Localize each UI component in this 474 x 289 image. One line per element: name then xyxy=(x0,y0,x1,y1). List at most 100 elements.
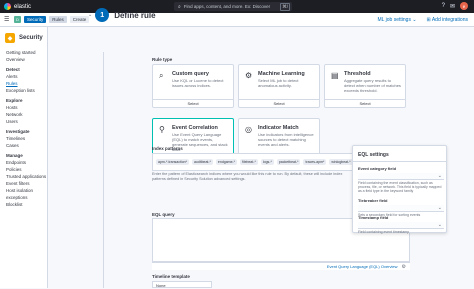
eql-icon: ⚲ xyxy=(159,125,165,134)
menu-toggle-icon[interactable]: ☰ xyxy=(4,16,12,23)
sidebar-item-hosts[interactable]: Hosts xyxy=(6,104,47,111)
chevron-down-icon: ⌄ xyxy=(437,205,442,211)
sidebar-group-detect: Detect Alerts Rules Exception lists xyxy=(6,67,47,94)
sidebar-item-event-filters[interactable]: Event filters xyxy=(6,180,47,187)
sidebar-item-timelines[interactable]: Timelines xyxy=(6,135,47,142)
field-help: Field containing the event classificatio… xyxy=(358,181,442,193)
sidebar-item-blocklist[interactable]: Blocklist xyxy=(6,201,47,208)
rule-card-machine-learning[interactable]: ⚙ Machine Learning Select ML job to dete… xyxy=(238,64,320,108)
sidebar-group: Getting started Overview xyxy=(6,49,47,63)
sidebar-item-overview[interactable]: Overview xyxy=(6,56,47,63)
ml-job-settings-link[interactable]: ML job settings ⌄ xyxy=(378,17,417,23)
sidebar-group-title: Explore xyxy=(6,98,23,103)
field-label: Timestamp field xyxy=(358,215,389,220)
card-select-button[interactable]: Select xyxy=(239,99,319,107)
sidebar-item-getting-started[interactable]: Getting started xyxy=(6,49,47,56)
sidebar-group-title: Manage xyxy=(6,153,23,158)
sidebar-item-rules[interactable]: Rules xyxy=(6,80,47,87)
card-select-button[interactable]: Select xyxy=(153,99,233,107)
step-number: 1 xyxy=(95,8,110,22)
help-icon[interactable]: ? xyxy=(442,3,445,9)
eql-overview-link[interactable]: Event Query Language (EQL) Overview xyxy=(327,264,398,269)
index-pattern-pill[interactable]: traces-apm* xyxy=(303,159,327,165)
sidebar-title: ◆ Security xyxy=(5,33,47,43)
sidebar-item-host-isolation-exceptions[interactable]: Host isolation exceptions xyxy=(6,187,47,201)
sidebar-group-explore: Explore Hosts Network Users xyxy=(6,98,47,125)
global-search-input[interactable]: ⌕ Find apps, content, and more. Ex: Disc… xyxy=(174,2,292,11)
security-sidebar: ◆ Security Getting started Overview Dete… xyxy=(0,27,48,288)
step-title: Define rule xyxy=(114,10,156,20)
security-app-icon: ◆ xyxy=(5,33,15,43)
index-pattern-pill[interactable]: apm-*-transaction* xyxy=(156,159,189,165)
field-label: Event category field xyxy=(358,166,397,171)
gear-icon[interactable]: ⚙ xyxy=(402,264,406,270)
chevron-down-icon[interactable]: ⌄ xyxy=(88,12,92,18)
sidebar-item-exception-lists[interactable]: Exception lists xyxy=(6,87,47,94)
index-pattern-pill[interactable]: packetbeat-* xyxy=(276,159,301,165)
timestamp-select[interactable]: ⌄ xyxy=(358,222,444,229)
search-placeholder: Find apps, content, and more. Ex: Discov… xyxy=(183,4,271,9)
card-select-button[interactable]: Select xyxy=(325,99,405,107)
index-pattern-pill[interactable]: filebeat-* xyxy=(240,159,258,165)
card-description: Use indicators from intelligence sources… xyxy=(258,132,314,147)
sidebar-item-network[interactable]: Network xyxy=(6,111,47,118)
card-title: Event Correlation xyxy=(172,125,218,131)
search-icon: ⌕ xyxy=(178,3,181,10)
rule-type-label: Rule type xyxy=(152,57,173,62)
elastic-logo[interactable]: elastic xyxy=(4,3,31,10)
event-category-select[interactable]: ⌄ xyxy=(358,173,444,180)
search-shortcut: ⌘/ xyxy=(280,2,290,11)
sidebar-item-trusted-applications[interactable]: Trusted applications xyxy=(6,173,47,180)
eql-query-footer: Event Query Language (EQL) Overview ⚙ xyxy=(152,262,410,270)
sidebar-group-title: Investigate xyxy=(6,129,30,134)
chevron-down-icon: ⌄ xyxy=(437,222,442,228)
user-avatar[interactable]: e xyxy=(460,2,468,10)
index-patterns-label: Index patterns xyxy=(152,146,183,151)
chevron-down-icon: ⌄ xyxy=(437,173,442,179)
divider xyxy=(353,161,446,162)
sidebar-group-investigate: Investigate Timelines Cases xyxy=(6,129,47,149)
timestamp-field: Timestamp field ⌄ Field containing event… xyxy=(358,215,444,234)
sidebar-item-users[interactable]: Users xyxy=(6,118,47,125)
sidebar-group-title: Detect xyxy=(6,67,20,72)
index-pattern-pill[interactable]: endgame-* xyxy=(215,159,238,165)
index-pattern-pill[interactable]: winlogbeat-* xyxy=(329,159,353,165)
eql-settings-title: EQL settings xyxy=(358,152,389,158)
breadcrumb-create: Create xyxy=(69,16,90,23)
field-label: Tiebreaker field xyxy=(358,198,388,203)
rule-card-custom-query[interactable]: ⌕ Custom query Use KQL or Lucene to dete… xyxy=(152,64,234,108)
add-integrations-link[interactable]: ⊞ Add integrations xyxy=(427,17,468,23)
sidebar-group-manage: Manage Endpoints Policies Trusted applic… xyxy=(6,153,47,208)
card-title: Machine Learning xyxy=(258,71,305,77)
eql-settings-popover: EQL settings Event category field ⌄ Fiel… xyxy=(352,145,447,234)
index-patterns-help: Enter the pattern of Elasticsearch indic… xyxy=(152,172,343,181)
step-line xyxy=(103,52,104,288)
index-pattern-pill[interactable]: logs-* xyxy=(260,159,274,165)
breadcrumb-security[interactable]: Security xyxy=(24,16,47,23)
sidebar-item-alerts[interactable]: Alerts xyxy=(6,73,47,80)
indicator-icon: ◎ xyxy=(245,125,252,134)
space-selector[interactable]: D xyxy=(14,16,21,23)
index-pattern-pill[interactable]: auditbeat-* xyxy=(191,159,213,165)
breadcrumb-rules[interactable]: Rules xyxy=(49,16,67,23)
news-feed-icon[interactable]: ✉ xyxy=(450,3,455,10)
elastic-logo-icon xyxy=(4,3,11,10)
card-description: Aggregate query results to detect when n… xyxy=(344,78,401,93)
threshold-icon: ▤ xyxy=(331,71,339,80)
rule-card-threshold[interactable]: ▤ Threshold Aggregate query results to d… xyxy=(324,64,406,108)
card-title: Threshold xyxy=(344,71,371,77)
sidebar-item-policies[interactable]: Policies xyxy=(6,166,47,173)
sidebar-item-endpoints[interactable]: Endpoints xyxy=(6,159,47,166)
logo-text: elastic xyxy=(14,3,32,10)
eql-query-label: EQL query xyxy=(152,212,175,217)
card-title: Custom query xyxy=(172,71,209,77)
event-category-field: Event category field ⌄ Field containing … xyxy=(358,166,444,193)
tiebreaker-select[interactable]: ⌄ xyxy=(358,205,444,212)
top-header: elastic ⌕ Find apps, content, and more. … xyxy=(0,0,474,13)
field-help: Field containing event timestamp xyxy=(358,230,410,234)
timeline-template-select[interactable]: None xyxy=(152,281,212,288)
card-description: Use KQL or Lucene to detect issues acros… xyxy=(172,78,224,88)
define-rule-step: ⌄ 1 Define rule xyxy=(88,8,156,22)
search-icon: ⌕ xyxy=(159,71,164,80)
sidebar-item-cases[interactable]: Cases xyxy=(6,142,47,149)
